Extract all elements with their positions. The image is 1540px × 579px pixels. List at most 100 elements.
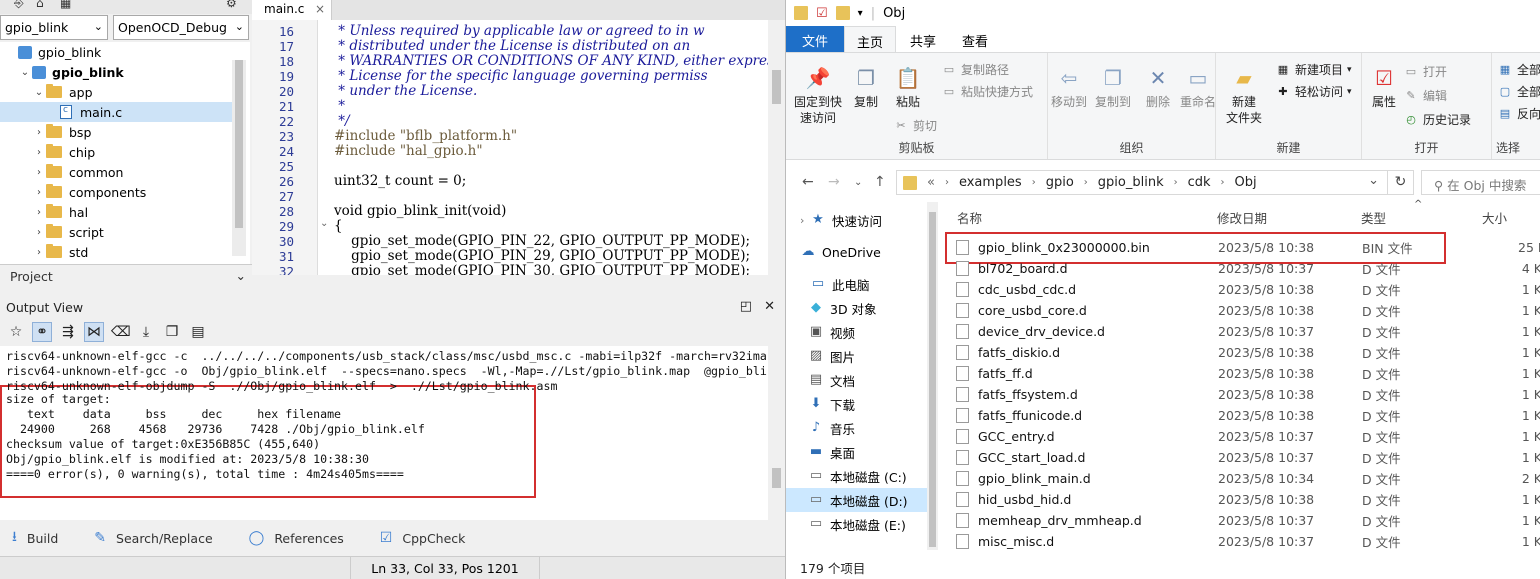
file-row[interactable]: fatfs_ff.d 2023/5/8 10:38 D 文件 1 K [946,363,1540,384]
nav-item[interactable]: ⬇ 下载 [786,392,936,416]
chevron-right-icon[interactable]: › [1174,177,1178,188]
back-icon[interactable]: ← [802,174,814,190]
copy-button[interactable]: ❐ 复制 [846,65,886,110]
chevron-right-icon[interactable]: › [32,207,46,218]
file-row[interactable]: core_usbd_core.d 2023/5/8 10:38 D 文件 1 K [946,300,1540,321]
bottom-tab[interactable]: ⭳ Build [0,526,58,550]
chevron-right-icon[interactable]: › [32,167,46,178]
address-bar[interactable]: « › examples › gpio › gpio_blink › cdk › Obj ⌄ [896,170,1388,195]
breadcrumb-item[interactable]: gpio_blink [1098,175,1164,190]
nav-item[interactable]: ▨ 图片 [786,344,936,368]
project-panel-tab[interactable]: Project ⌄ [0,264,252,288]
file-row[interactable]: memheap_drv_mmheap.d 2023/5/8 10:37 D 文件 1 … [946,510,1540,531]
invert-selection-button[interactable]: ▤ 反向 [1498,105,1540,122]
scroll-thumb[interactable] [929,212,936,547]
chevron-right-icon[interactable]: › [800,214,810,227]
tree-item[interactable]: › std [0,242,232,262]
tree-item[interactable]: › bsp [0,122,232,142]
file-row[interactable]: GCC_entry.d 2023/5/8 10:37 D 文件 1 K [946,426,1540,447]
settings-icon[interactable]: ⚙ [226,0,237,10]
tree-item[interactable]: › script [0,222,232,242]
forward-icon[interactable]: → [828,174,840,190]
fold-marker-icon[interactable]: ⌄ [320,218,328,229]
refresh-button[interactable]: ↻ [1388,170,1414,195]
branch-icon[interactable]: ⋈ [84,322,104,342]
search-input[interactable]: ⚲ 在 Obj 中搜索 [1421,170,1540,195]
tree-item[interactable]: › common [0,162,232,182]
nav-item[interactable]: ▭ 本地磁盘 (C:) [786,464,936,488]
delete-button[interactable]: ✕ 删除 [1140,65,1176,110]
editor-scrollbar[interactable] [768,20,785,275]
column-size[interactable]: 大小 [1482,208,1507,227]
bottom-tab[interactable]: ☑ CppCheck [368,530,466,546]
scroll-thumb[interactable] [772,70,781,104]
copy-to-button[interactable]: ❐ 复制到 [1092,65,1134,110]
editor-hscroll[interactable] [252,275,785,295]
file-row[interactable]: gpio_blink_main.d 2023/5/8 10:34 D 文件 2 K [946,468,1540,489]
copy-path-button[interactable]: ▭ 复制路径 [942,61,1009,78]
chevron-down-icon[interactable]: ▾ [858,8,863,19]
chevron-right-icon[interactable]: › [32,187,46,198]
copy-icon[interactable]: ❐ [162,322,182,342]
tree-item[interactable]: ⌄ app [0,82,232,102]
new-folder-button[interactable]: ▰ 新建 文件夹 [1222,65,1266,126]
config-combo[interactable]: OpenOCD_Debug ⌄ [113,15,249,40]
new-item-button[interactable]: ▦ 新建项目 ▾ [1276,61,1352,78]
chevron-right-icon[interactable]: › [32,247,46,258]
file-row[interactable]: cdc_usbd_cdc.d 2023/5/8 10:38 D 文件 1 K [946,279,1540,300]
breadcrumb-item[interactable]: cdk [1188,175,1211,190]
properties-icon[interactable]: ☑ [816,6,828,21]
column-type[interactable]: 类型 [1361,208,1386,227]
chevron-down-icon[interactable]: ⌄ [18,67,32,78]
nav-scrollbar[interactable] [927,202,938,550]
chevron-right-icon[interactable]: › [945,177,949,188]
file-row[interactable]: misc_misc.d 2023/5/8 10:37 D 文件 1 K [946,531,1540,552]
tab-share[interactable]: 共享 [898,26,948,52]
breadcrumb-item[interactable]: gpio [1046,175,1074,190]
paste-button[interactable]: 📋 粘贴 [888,65,928,110]
file-row[interactable]: device_drv_device.d 2023/5/8 10:37 D 文件 1 K [946,321,1540,342]
open-button[interactable]: ▭ 打开 [1404,63,1447,80]
edit-button[interactable]: ✎ 编辑 [1404,87,1447,104]
move-to-button[interactable]: ⇦ 移动到 [1048,65,1090,110]
easy-access-button[interactable]: ✚ 轻松访问 ▾ [1276,83,1351,100]
tree-scrollbar[interactable] [232,60,246,256]
tab-main-c[interactable]: main.c × [252,0,332,20]
save-icon[interactable]: ⤓ [136,322,156,342]
nav-item[interactable]: › ★ 快速访问 [786,208,936,232]
paste-icon[interactable]: ▤ [188,322,208,342]
nav-item[interactable]: ▬ 桌面 [786,440,936,464]
layout-icon[interactable]: ▦ [60,0,71,10]
wrap-icon[interactable]: ⇶ [58,322,78,342]
paste-shortcut-button[interactable]: ▭ 粘贴快捷方式 [942,83,1033,100]
scroll-thumb[interactable] [235,60,243,228]
cut-button[interactable]: ✂ 剪切 [894,117,937,134]
chevron-down-icon[interactable]: ⌄ [1368,173,1379,188]
history-button[interactable]: ◴ 历史记录 [1404,111,1471,128]
tree-item[interactable]: main.c [0,102,232,122]
file-row[interactable]: gpio_blink_0x23000000.bin 2023/5/8 10:38 B… [946,237,1540,258]
target-combo[interactable]: gpio_blink ⌄ [0,15,108,40]
file-row[interactable]: fatfs_ffsystem.d 2023/5/8 10:38 D 文件 1 K [946,384,1540,405]
tree-item[interactable]: gpio_blink [0,42,232,62]
pin-quick-access-button[interactable]: 📌 固定到快 速访问 [792,65,844,126]
home-icon[interactable]: ⌂ [36,0,44,10]
file-row[interactable]: fatfs_diskio.d 2023/5/8 10:38 D 文件 1 K [946,342,1540,363]
code-editor[interactable]: 16 * Unless required by applicable law o… [252,20,785,275]
chevron-right-icon[interactable]: › [1032,177,1036,188]
select-none-button[interactable]: ▢ 全部 [1498,83,1540,100]
nav-item[interactable]: ▤ 文档 [786,368,936,392]
up-icon[interactable]: ↑ [874,174,886,190]
chevron-right-icon[interactable]: › [32,147,46,158]
select-all-button[interactable]: ▦ 全部 [1498,61,1540,78]
star-icon[interactable]: ☆ [6,322,26,342]
scroll-thumb[interactable] [772,468,781,488]
file-row[interactable]: GCC_start_load.d 2023/5/8 10:37 D 文件 1 K [946,447,1540,468]
chevron-right-icon[interactable]: › [1084,177,1088,188]
breadcrumb-item[interactable]: examples [959,175,1022,190]
overflow-icon[interactable]: « [927,175,935,190]
chevron-down-icon[interactable]: ⌄ [32,87,46,98]
tree-item[interactable]: › components [0,182,232,202]
properties-button[interactable]: ☑ 属性 [1366,65,1402,110]
close-icon[interactable]: × [315,2,325,16]
